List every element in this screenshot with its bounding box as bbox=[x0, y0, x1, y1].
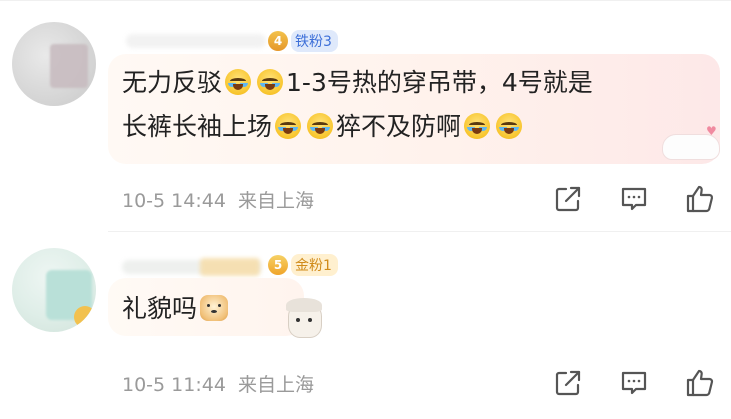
share-button[interactable] bbox=[552, 183, 584, 215]
reply-button[interactable] bbox=[618, 367, 650, 399]
fan-badge-label: 金粉1 bbox=[291, 254, 338, 276]
fan-badge[interactable]: 4 铁粉3 bbox=[268, 30, 338, 52]
crying-laughing-emoji-icon bbox=[257, 69, 284, 95]
comment-meta: 10-5 11:44 来自上海 bbox=[122, 370, 314, 397]
fan-level-heart-icon: 5 bbox=[268, 255, 288, 275]
comment-text-line2: 长裤长袖上场 猝不及防啊 bbox=[122, 104, 525, 150]
comment-icon bbox=[621, 371, 647, 395]
avatar[interactable] bbox=[12, 248, 96, 332]
comment-text-line1: 无力反驳 1-3号热的穿吊带，4号就是 bbox=[122, 60, 593, 106]
fan-level-heart-icon: 4 bbox=[268, 31, 288, 51]
avatar[interactable] bbox=[12, 22, 96, 106]
comment-text-segment: 礼貌吗 bbox=[122, 294, 198, 323]
timestamp: 10-5 11:44 bbox=[122, 374, 226, 396]
bubble-cat-sticker-icon: ♥ bbox=[656, 122, 722, 160]
username-blurred-highlight bbox=[200, 258, 260, 276]
crying-laughing-emoji-icon bbox=[496, 113, 523, 139]
share-button[interactable] bbox=[552, 367, 584, 399]
share-icon bbox=[555, 370, 581, 396]
comment-item: 4 铁粉3 无力反驳 1-3号热的穿吊带，4号就是 长裤长袖上场 猝不及防啊 ♥ 1… bbox=[0, 0, 731, 232]
fan-badge-label: 铁粉3 bbox=[291, 30, 338, 52]
crying-laughing-emoji-icon bbox=[464, 113, 491, 139]
location: 来自上海 bbox=[238, 374, 315, 396]
reply-button[interactable] bbox=[618, 183, 650, 215]
fan-badge[interactable]: 5 金粉1 bbox=[268, 254, 338, 276]
comment-actions bbox=[552, 183, 731, 215]
comment-item: 5 金粉1 礼貌吗 10-5 11:44 来自上海 bbox=[0, 232, 731, 419]
like-icon bbox=[686, 369, 714, 397]
username-blurred[interactable] bbox=[126, 34, 266, 48]
like-icon bbox=[686, 185, 714, 213]
comment-text-segment: 猝不及防啊 bbox=[336, 112, 462, 141]
share-icon bbox=[555, 186, 581, 212]
timestamp: 10-5 14:44 bbox=[122, 190, 226, 212]
crying-laughing-emoji-icon bbox=[275, 113, 302, 139]
comment-text-segment: 长裤长袖上场 bbox=[122, 112, 273, 141]
comment-text-segment: 无力反驳 bbox=[122, 68, 223, 97]
comment-text-line1: 礼貌吗 bbox=[122, 286, 231, 332]
comment-actions bbox=[552, 367, 731, 399]
doge-emoji-icon bbox=[200, 295, 229, 321]
crying-laughing-emoji-icon bbox=[225, 69, 252, 95]
like-button[interactable] bbox=[684, 183, 716, 215]
crying-laughing-emoji-icon bbox=[307, 113, 334, 139]
comment-meta: 10-5 14:44 来自上海 bbox=[122, 186, 314, 213]
like-button[interactable] bbox=[684, 367, 716, 399]
location: 来自上海 bbox=[238, 190, 315, 212]
comment-icon bbox=[621, 187, 647, 211]
comment-text-segment: 1-3号热的穿吊带，4号就是 bbox=[286, 68, 593, 97]
bubble-chibi-sticker-icon bbox=[282, 294, 328, 344]
